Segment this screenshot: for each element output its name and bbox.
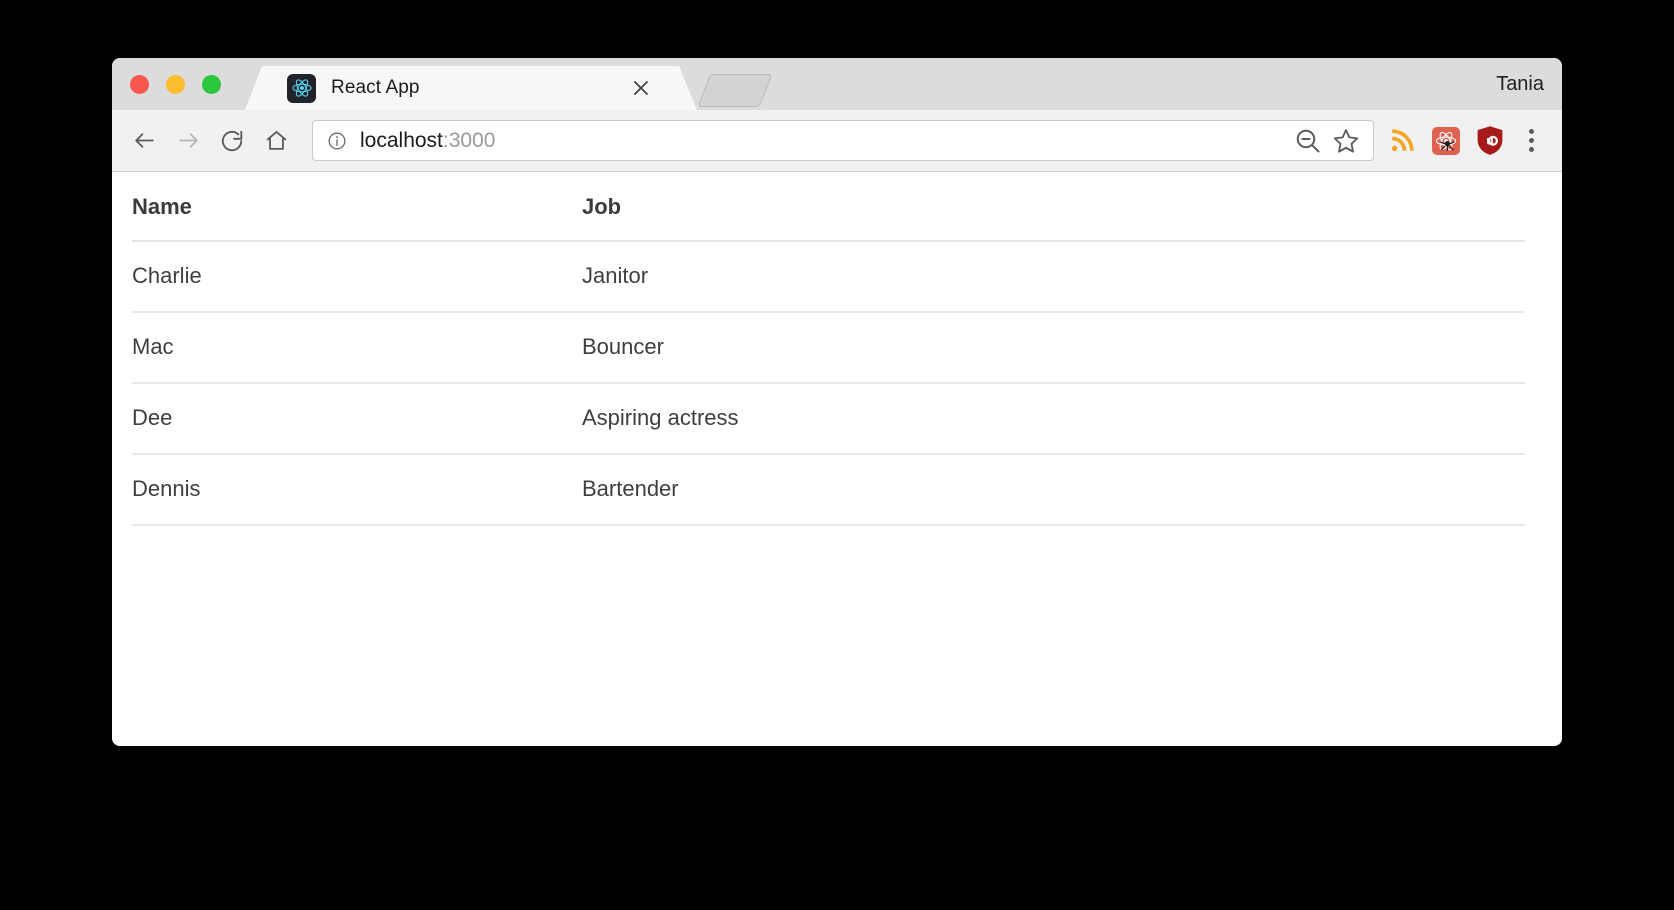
url-port: :3000 (443, 129, 496, 152)
menu-dot (1529, 129, 1534, 134)
cell-job: Bouncer (582, 312, 1525, 383)
url-host: localhost (360, 129, 443, 152)
window-close-button[interactable] (130, 75, 149, 94)
back-arrow-icon (132, 128, 157, 153)
tab-strip: React App Tania (112, 58, 1562, 110)
table-row: Dennis Bartender (132, 454, 1525, 525)
zoom-out-icon[interactable] (1293, 126, 1323, 156)
cell-job: Aspiring actress (582, 383, 1525, 454)
react-logo-icon (287, 74, 316, 103)
menu-dot (1529, 147, 1534, 152)
table-header-row: Name Job (132, 172, 1525, 241)
react-devtools-icon (1432, 127, 1460, 155)
tab-title: React App (331, 77, 420, 99)
column-header-name: Name (132, 172, 582, 241)
tab-close-icon[interactable] (631, 78, 651, 98)
cell-name: Mac (132, 312, 582, 383)
rss-feed-icon[interactable] (1380, 119, 1424, 163)
rss-glyph (1389, 128, 1415, 154)
url-bar[interactable]: localhost:3000 (312, 120, 1374, 161)
url-text[interactable]: localhost:3000 (360, 129, 1285, 153)
ublock-origin-icon: u (1476, 125, 1504, 156)
home-button[interactable] (254, 119, 298, 163)
browser-window: React App Tania (112, 58, 1562, 746)
back-button[interactable] (122, 119, 166, 163)
ublock-origin-button[interactable]: u (1468, 119, 1512, 163)
table-row: Mac Bouncer (132, 312, 1525, 383)
profile-name-label[interactable]: Tania (1496, 58, 1544, 110)
forward-arrow-icon (176, 128, 201, 153)
cell-job: Bartender (582, 454, 1525, 525)
info-circle-icon[interactable] (327, 131, 347, 151)
cell-name: Dee (132, 383, 582, 454)
tab-content: React App (245, 66, 697, 110)
table-header: Name Job (132, 172, 1525, 241)
tab-stub-inactive[interactable] (698, 74, 773, 107)
menu-dots-icon[interactable] (1514, 119, 1548, 163)
reload-button[interactable] (210, 119, 254, 163)
cell-name: Charlie (132, 241, 582, 312)
table-row: Charlie Janitor (132, 241, 1525, 312)
window-maximize-button[interactable] (202, 75, 221, 94)
bookmark-star-icon[interactable] (1331, 126, 1361, 156)
reload-icon (219, 128, 245, 154)
page-content: Name Job Charlie Janitor Mac Bouncer Dee… (112, 172, 1562, 746)
window-minimize-button[interactable] (166, 75, 185, 94)
react-devtools-button[interactable] (1424, 119, 1468, 163)
people-table: Name Job Charlie Janitor Mac Bouncer Dee… (132, 172, 1525, 526)
cell-job: Janitor (582, 241, 1525, 312)
column-header-job: Job (582, 172, 1525, 241)
browser-toolbar: localhost:3000 (112, 110, 1562, 172)
traffic-lights (130, 75, 221, 94)
table-body: Charlie Janitor Mac Bouncer Dee Aspiring… (132, 241, 1525, 525)
menu-dot (1529, 138, 1534, 143)
table-row: Dee Aspiring actress (132, 383, 1525, 454)
forward-button[interactable] (166, 119, 210, 163)
cell-name: Dennis (132, 454, 582, 525)
home-icon (264, 128, 289, 153)
tab-react-app[interactable]: React App (245, 66, 697, 110)
